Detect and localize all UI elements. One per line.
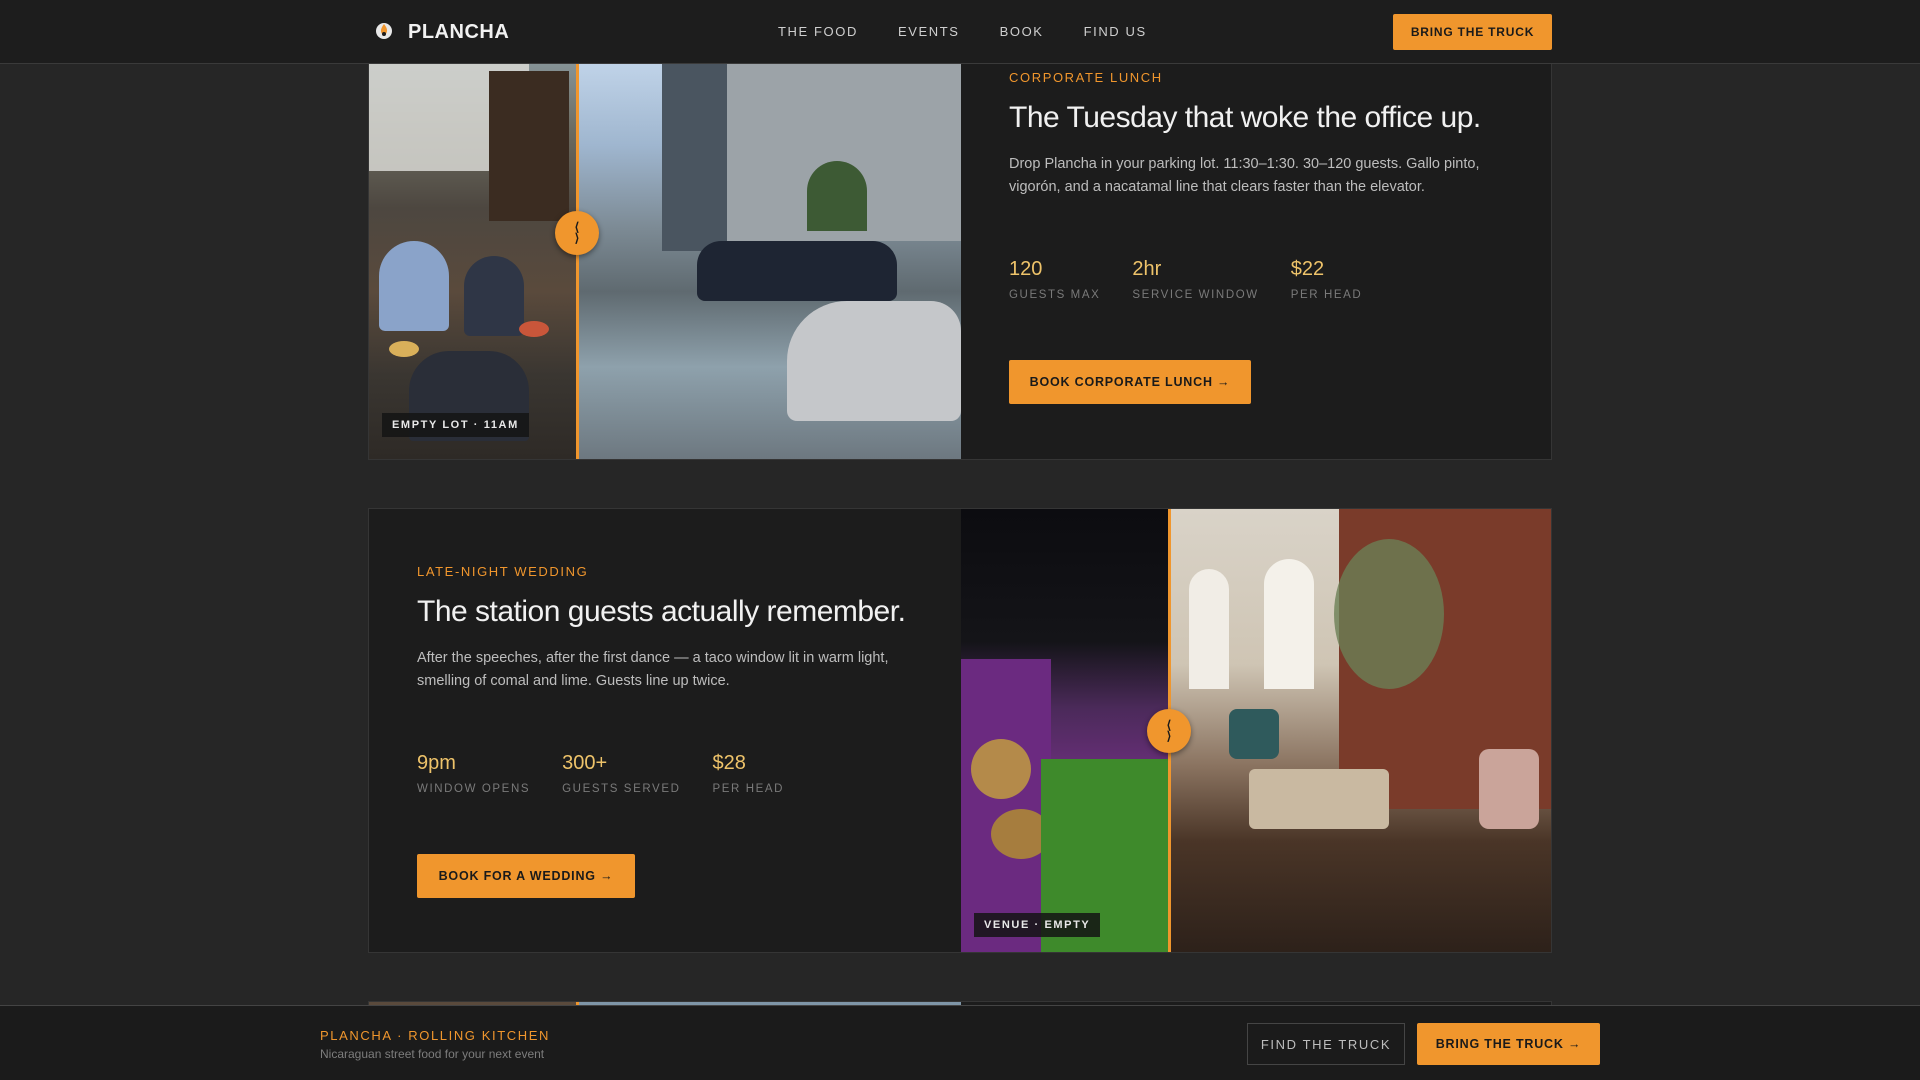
stat-label: PER HEAD <box>712 783 785 795</box>
stat-value: $28 <box>712 752 746 774</box>
book-for-a-wedding-button[interactable]: BOOK FOR A WEDDING → <box>417 854 635 898</box>
footer-title: PLANCHA · ROLLING KITCHEN <box>320 1028 550 1043</box>
event-headline: The Tuesday that woke the office up. <box>1009 101 1481 134</box>
nav-link-book[interactable]: BOOK <box>1000 24 1044 39</box>
before-after-photo[interactable]: ⟨ ⟩ EMPTY LOT · 11AM <box>369 41 961 459</box>
stat-label: SERVICE WINDOW <box>1132 289 1259 301</box>
footer-bring-the-truck-button[interactable]: BRING THE TRUCK → <box>1417 1023 1600 1065</box>
stat-label: GUESTS SERVED <box>562 783 681 795</box>
event-description: After the speeches, after the first danc… <box>417 650 889 689</box>
stat-service-window: 2hr SERVICE WINDOW <box>1132 258 1258 301</box>
brand[interactable]: PLANCHA <box>374 20 509 45</box>
before-after-photo[interactable]: ⟨ ⟩ VENUE · EMPTY <box>961 509 1551 952</box>
photo-tag: VENUE · EMPTY <box>974 913 1101 937</box>
event-text: CORPORATE LUNCH The Tuesday that woke th… <box>961 41 1551 459</box>
find-the-truck-button[interactable]: FIND THE TRUCK <box>1247 1023 1405 1065</box>
stat-per-head: $28 PER HEAD <box>713 752 785 795</box>
nav-link-the-food[interactable]: THE FOOD <box>778 24 858 39</box>
stat-value: 2hr <box>1132 258 1162 280</box>
handle-glyph-right: ⟩ <box>1166 729 1172 743</box>
brand-name: PLANCHA <box>408 21 510 43</box>
compare-slider-handle-icon[interactable]: ⟨ ⟩ <box>555 211 599 255</box>
photo-after-empty-lot <box>577 41 961 459</box>
stat-value: 300+ <box>562 752 608 774</box>
compare-slider-handle-icon[interactable]: ⟨ ⟩ <box>1147 709 1191 753</box>
stat-value: 9pm <box>417 752 456 774</box>
stat-label: PER HEAD <box>1290 289 1363 301</box>
sticky-footer-bar: PLANCHA · ROLLING KITCHEN Nicaraguan str… <box>0 1005 1920 1080</box>
event-eyebrow: LATE-NIGHT WEDDING <box>417 564 589 579</box>
bring-the-truck-button[interactable]: BRING THE TRUCK <box>1393 14 1552 50</box>
event-text: LATE-NIGHT WEDDING The station guests ac… <box>369 509 961 952</box>
event-card-late-night-wedding: LATE-NIGHT WEDDING The station guests ac… <box>368 508 1552 953</box>
event-stats: 9pm WINDOW OPENS 300+ GUESTS SERVED $28 … <box>417 752 784 795</box>
handle-glyph-right: ⟩ <box>574 231 580 245</box>
photo-tag: EMPTY LOT · 11AM <box>382 413 529 437</box>
event-description: Drop Plancha in your parking lot. 11:30–… <box>1009 156 1480 195</box>
stat-label: WINDOW OPENS <box>417 783 531 795</box>
event-stats: 120 GUESTS MAX 2hr SERVICE WINDOW $22 PE… <box>1009 258 1362 301</box>
stat-guests-served: 300+ GUESTS SERVED <box>562 752 680 795</box>
stat-guests-max: 120 GUESTS MAX <box>1009 258 1100 301</box>
top-navigation: PLANCHA THE FOOD EVENTS BOOK FIND US BRI… <box>0 0 1920 64</box>
nav-links: THE FOOD EVENTS BOOK FIND US <box>778 24 1147 39</box>
footer-subtitle: Nicaraguan street food for your next eve… <box>320 1047 545 1061</box>
event-eyebrow: CORPORATE LUNCH <box>1009 70 1163 85</box>
stat-value: $22 <box>1290 258 1325 280</box>
photo-before-buffet <box>961 509 1169 952</box>
stat-per-head: $22 PER HEAD <box>1291 258 1363 301</box>
photo-after-venue <box>1169 509 1551 952</box>
nav-link-find-us[interactable]: FIND US <box>1084 24 1147 39</box>
photo-before-crowd <box>369 41 577 459</box>
stat-value: 120 <box>1009 258 1043 280</box>
flame-logo-icon <box>374 20 394 45</box>
event-headline: The station guests actually remember. <box>417 595 906 628</box>
stat-window-opens: 9pm WINDOW OPENS <box>417 752 530 795</box>
stat-label: GUESTS MAX <box>1009 289 1101 301</box>
book-corporate-lunch-button[interactable]: BOOK CORPORATE LUNCH → <box>1009 360 1251 404</box>
event-card-corporate-lunch: ⟨ ⟩ EMPTY LOT · 11AM CORPORATE LUNCH The… <box>368 40 1552 460</box>
nav-link-events[interactable]: EVENTS <box>898 24 960 39</box>
